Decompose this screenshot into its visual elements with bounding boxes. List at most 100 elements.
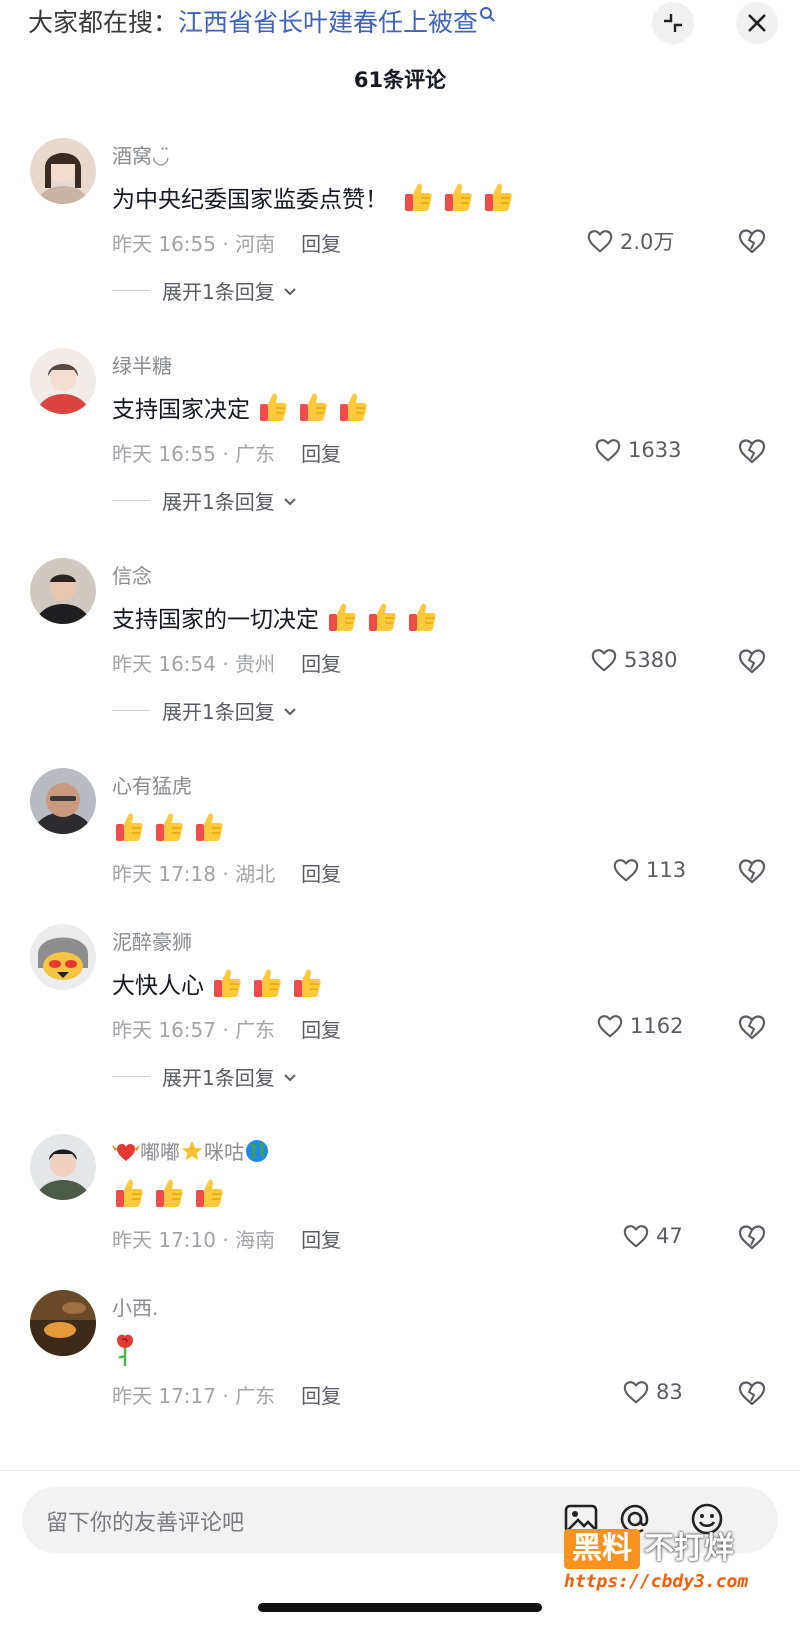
divider <box>112 290 150 291</box>
close-button[interactable] <box>736 2 778 44</box>
watermark-badge: 黑料 <box>564 1529 640 1569</box>
divider <box>112 1076 150 1077</box>
reply-button[interactable]: 回复 <box>301 1018 341 1042</box>
comment-text <box>112 1176 226 1214</box>
thumbs-up-icon <box>112 1176 146 1210</box>
thumbs-up-icon <box>256 390 290 424</box>
time-location: 昨天 17:18 · 湖北 <box>112 862 276 886</box>
search-suggestion-topic[interactable]: 江西省省长叶建春任上被查 <box>178 8 478 37</box>
username[interactable]: 小西. <box>112 1292 158 1321</box>
chevron-down-icon <box>283 494 297 508</box>
like-count: 5380 <box>624 648 678 672</box>
like-button[interactable]: 5380 <box>590 646 677 674</box>
like-button[interactable]: 47 <box>622 1222 683 1250</box>
thumbs-up-icon <box>296 390 330 424</box>
thumbs-up-icon <box>325 600 359 634</box>
username-part: 咪咕 <box>204 1140 244 1164</box>
rose-icon <box>117 1334 133 1366</box>
like-button[interactable]: 83 <box>622 1378 683 1406</box>
reply-button[interactable]: 回复 <box>301 1384 341 1408</box>
username[interactable]: 心有猛虎 <box>112 770 192 799</box>
top-bar: 大家都在搜：江西省省长叶建春任上被查 <box>0 0 800 50</box>
collapse-icon <box>664 14 682 32</box>
thumbs-up-icon <box>152 810 186 844</box>
dislike-heart-icon[interactable] <box>737 1222 767 1252</box>
comment-meta: 昨天 16:57 · 广东 回复 <box>112 1014 341 1043</box>
avatar[interactable] <box>30 1134 96 1200</box>
thumbs-up-icon <box>152 1176 186 1210</box>
username[interactable]: 酒窝◡̈ <box>112 140 169 169</box>
avatar[interactable] <box>30 768 96 834</box>
dislike-heart-icon[interactable] <box>737 1012 767 1042</box>
time-location: 昨天 16:55 · 河南 <box>112 232 276 256</box>
thumbs-up-icon <box>405 600 439 634</box>
watermark-text: 不打烊 <box>644 1531 734 1566</box>
star-icon <box>182 1141 202 1160</box>
like-button[interactable]: 1633 <box>594 436 681 464</box>
dislike-heart-icon[interactable] <box>737 856 767 886</box>
avatar[interactable] <box>30 138 96 204</box>
username[interactable]: 绿半糖 <box>112 350 172 379</box>
search-suggestion[interactable]: 大家都在搜：江西省省长叶建春任上被查 <box>28 6 493 40</box>
thumbs-up-icon <box>365 600 399 634</box>
username[interactable]: 信念 <box>112 560 152 589</box>
thumbs-up-icon <box>401 180 435 214</box>
thumbs-up-icon <box>192 810 226 844</box>
search-suggestion-prefix: 大家都在搜： <box>28 8 179 37</box>
reply-button[interactable]: 回复 <box>301 442 341 466</box>
thumbs-up-icon <box>481 180 515 214</box>
avatar[interactable] <box>30 558 96 624</box>
reply-button[interactable]: 回复 <box>301 652 341 676</box>
like-button[interactable]: 1162 <box>596 1012 683 1040</box>
avatar[interactable] <box>30 924 96 990</box>
collapse-button[interactable] <box>652 2 694 44</box>
heart-icon <box>586 227 614 255</box>
username-part: 嘟嘟 <box>140 1140 180 1164</box>
thumbs-up-icon <box>290 966 324 1000</box>
dislike-heart-icon[interactable] <box>737 226 767 256</box>
dislike-heart-icon[interactable] <box>737 436 767 466</box>
time-location: 昨天 16:54 · 贵州 <box>112 652 276 676</box>
divider <box>112 710 150 711</box>
thumbs-up-icon <box>441 180 475 214</box>
reply-button[interactable]: 回复 <box>301 232 341 256</box>
dislike-heart-icon[interactable] <box>737 1378 767 1408</box>
expand-replies-label: 展开1条回复 <box>162 700 275 724</box>
comment-body: 支持国家决定 <box>112 397 250 423</box>
like-button[interactable]: 2.0万 <box>586 226 674 256</box>
heart-wing-icon <box>112 1144 140 1161</box>
comment-input-placeholder: 留下你的友善评论吧 <box>46 1511 245 1536</box>
thumbs-up-icon <box>192 1176 226 1210</box>
comment-meta: 昨天 16:55 · 广东 回复 <box>112 438 341 467</box>
close-icon <box>748 14 766 32</box>
watermark-url: https://cbdy3.com <box>564 1571 749 1592</box>
comment-text: 支持国家的一切决定 <box>112 600 439 638</box>
heart-icon <box>622 1222 650 1250</box>
chevron-down-icon <box>283 1070 297 1084</box>
home-indicator[interactable] <box>258 1603 542 1612</box>
username[interactable]: 嘟嘟 咪咕 <box>112 1136 270 1165</box>
avatar[interactable] <box>30 1290 96 1356</box>
dislike-heart-icon[interactable] <box>737 646 767 676</box>
expand-replies[interactable]: 展开1条回复 <box>112 696 297 725</box>
like-button[interactable]: 113 <box>612 856 686 884</box>
username[interactable]: 泥醉豪狮 <box>112 926 192 955</box>
like-count: 1633 <box>628 438 682 462</box>
time-location: 昨天 17:17 · 广东 <box>112 1384 276 1408</box>
globe-icon <box>246 1140 268 1162</box>
avatar[interactable] <box>30 348 96 414</box>
heart-icon <box>594 436 622 464</box>
expand-replies[interactable]: 展开1条回复 <box>112 1062 297 1091</box>
time-location: 昨天 16:55 · 广东 <box>112 442 276 466</box>
reply-button[interactable]: 回复 <box>301 862 341 886</box>
expand-replies-label: 展开1条回复 <box>162 280 275 304</box>
comment-text: 支持国家决定 <box>112 390 370 428</box>
heart-icon <box>622 1378 650 1406</box>
like-count: 113 <box>646 858 687 882</box>
search-icon <box>480 7 493 19</box>
expand-replies[interactable]: 展开1条回复 <box>112 486 297 515</box>
expand-replies[interactable]: 展开1条回复 <box>112 276 297 305</box>
heart-icon <box>596 1012 624 1040</box>
watermark-logo: 黑料 不打烊 https://cbdy3.com <box>564 1529 774 1592</box>
reply-button[interactable]: 回复 <box>301 1228 341 1252</box>
